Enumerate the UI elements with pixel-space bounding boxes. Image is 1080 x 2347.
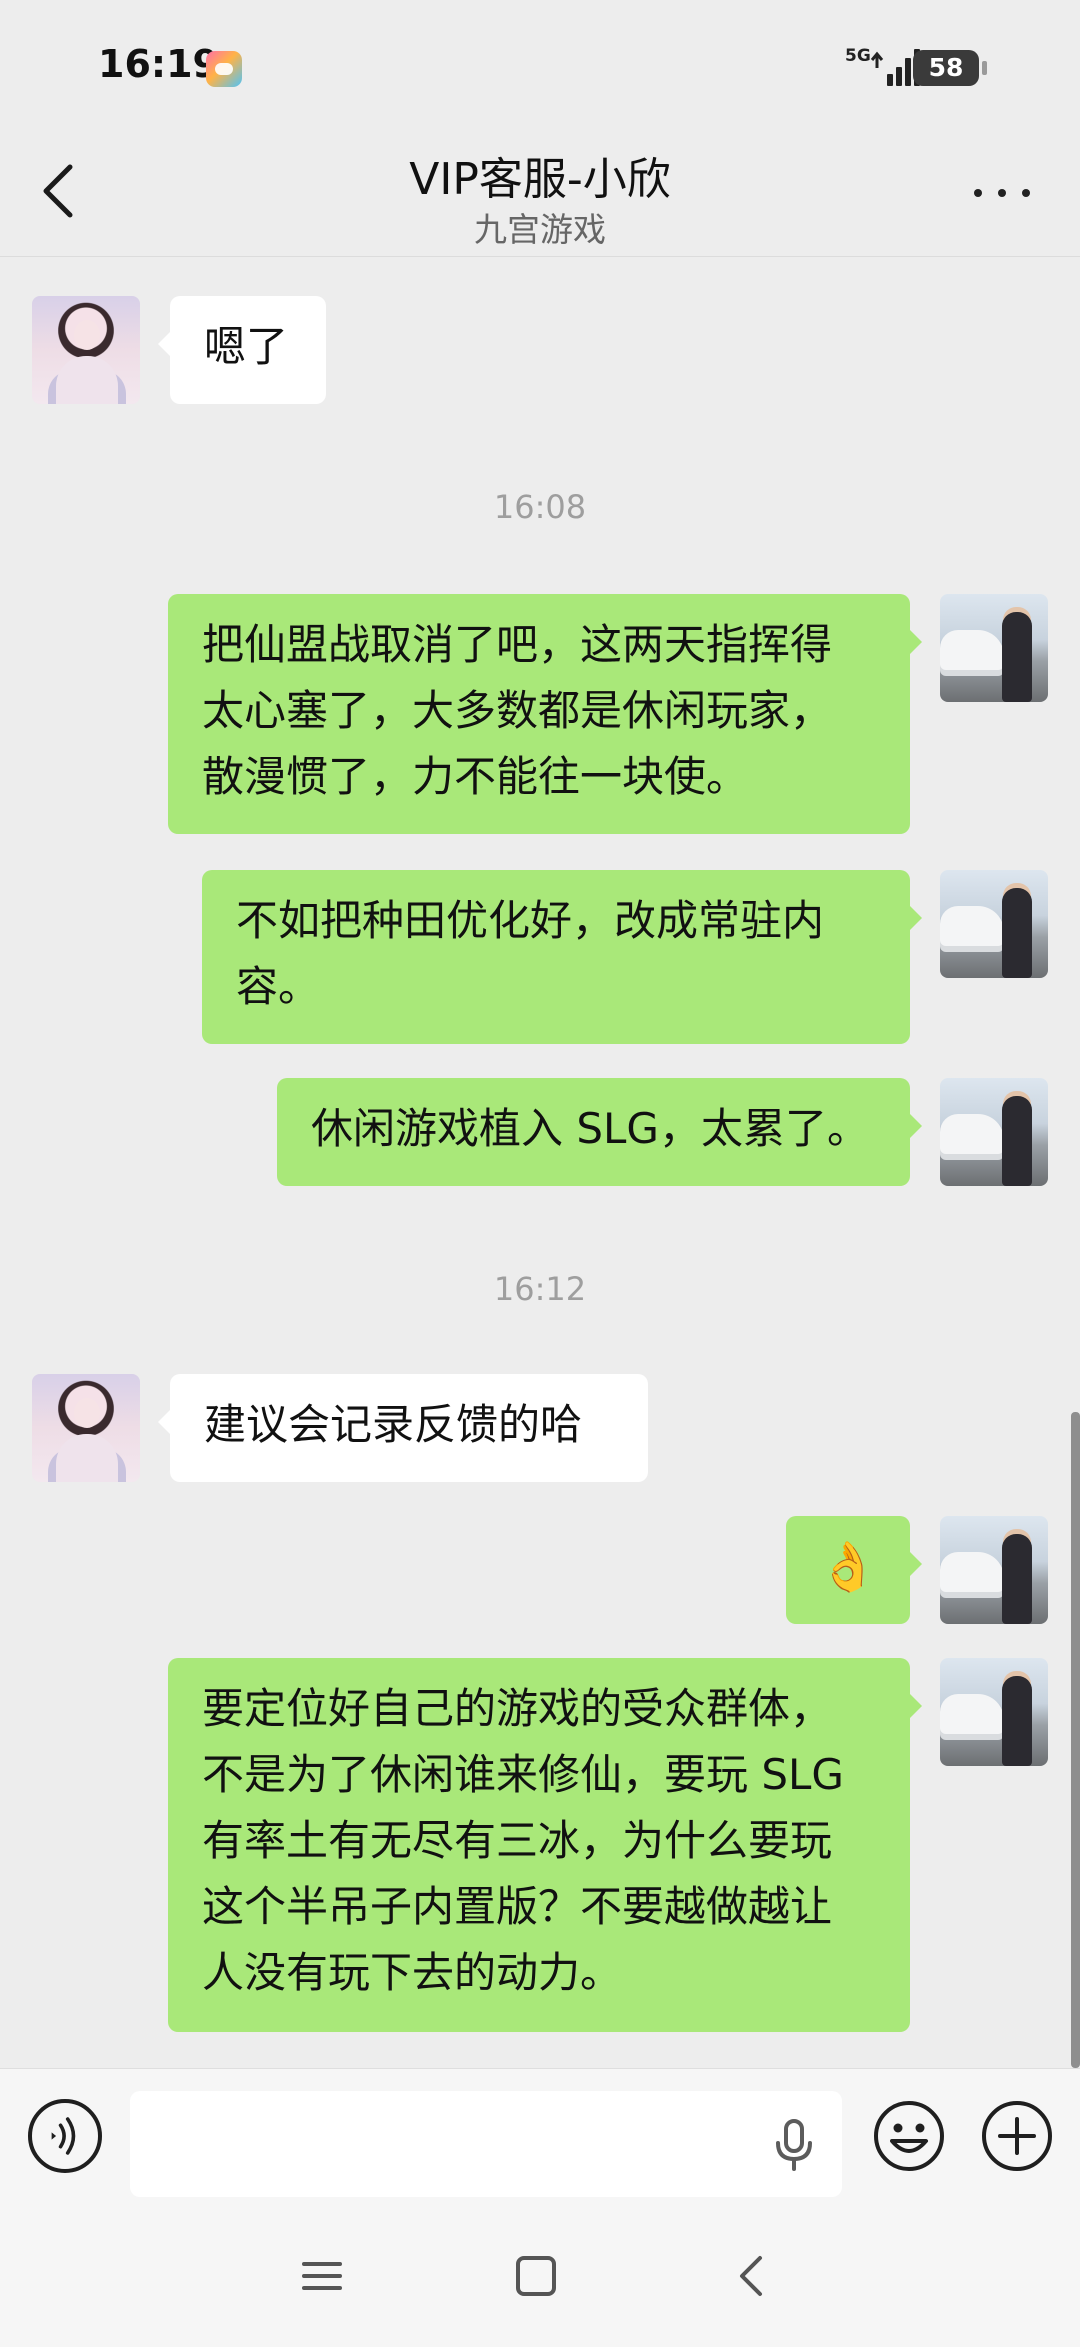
message-line: 散漫惯了，力不能往一块使。 — [202, 752, 749, 801]
outgoing-message-bubble[interactable]: 不如把种田优化好，改成常驻内 容。 — [202, 870, 922, 1044]
menu-icon[interactable] — [294, 2248, 350, 2304]
user-avatar[interactable] — [940, 1658, 1048, 1766]
user-avatar[interactable] — [940, 1078, 1048, 1186]
message-line: 容。 — [236, 962, 321, 1011]
agent-avatar[interactable] — [32, 296, 140, 404]
outgoing-message-bubble[interactable]: 把仙盟战取消了吧，这两天指挥得 太心塞了，大多数都是休闲玩家， 散漫惯了，力不能… — [168, 594, 922, 834]
scrollbar-thumb[interactable] — [1071, 1412, 1080, 2068]
chat-subtitle: 九宫游戏 — [474, 210, 606, 249]
system-nav-bar — [0, 2198, 1080, 2347]
plus-icon[interactable] — [980, 2099, 1054, 2173]
home-icon[interactable] — [508, 2248, 564, 2304]
network-type-label: 5G — [845, 46, 871, 66]
message-list[interactable]: 嗯了 16:08 把仙盟战取消了吧，这两天指挥得 太心塞了，大多数都是休闲玩家，… — [0, 258, 1080, 2068]
message-line: 这个半吊子内置版？不要越做越让 — [202, 1882, 833, 1931]
message-line: 不如把种田优化好，改成常驻内 — [236, 896, 825, 945]
outgoing-message-bubble[interactable]: 要定位好自己的游戏的受众群体， 不是为了休闲谁来修仙，要玩 SLG 有率土有无尽… — [168, 1658, 922, 2032]
message-text: 嗯了 — [204, 322, 289, 371]
voice-icon[interactable] — [28, 2099, 102, 2173]
user-avatar[interactable] — [940, 1516, 1048, 1624]
message-line: 不是为了休闲谁来修仙，要玩 SLG — [202, 1750, 844, 1799]
message-line: 要定位好自己的游戏的受众群体， — [202, 1684, 833, 1733]
back-nav-icon[interactable] — [724, 2248, 780, 2304]
message-input[interactable] — [130, 2091, 842, 2197]
message-line: 有率土有无尽有三冰，为什么要玩 — [202, 1816, 833, 1865]
incoming-message-bubble[interactable]: 建议会记录反馈的哈 — [158, 1374, 648, 1482]
outgoing-emoji-bubble[interactable]: 👌 — [786, 1516, 922, 1624]
incoming-message-bubble[interactable]: 嗯了 — [158, 296, 326, 404]
message-line: 把仙盟战取消了吧，这两天指挥得 — [202, 620, 833, 669]
message-text: 建议会记录反馈的哈 — [204, 1400, 583, 1449]
message-text: 休闲游戏植入 SLG，太累了。 — [311, 1104, 869, 1153]
message-line: 太心塞了，大多数都是休闲玩家， — [202, 686, 833, 735]
user-avatar[interactable] — [940, 594, 1048, 702]
microphone-icon[interactable] — [772, 2119, 816, 2171]
more-dots-icon[interactable] — [974, 183, 1030, 203]
game-app-icon — [206, 51, 242, 87]
battery-indicator: 58 — [913, 50, 987, 86]
chat-header: VIP客服-小欣 九宫游戏 — [0, 135, 1080, 257]
status-bar: 16:19 5G 58 — [0, 0, 1080, 135]
chat-title: VIP客服-小欣 — [409, 154, 671, 205]
agent-avatar[interactable] — [32, 1374, 140, 1482]
message-line: 人没有玩下去的动力。 — [202, 1948, 623, 1997]
status-time: 16:19 — [98, 42, 219, 86]
ok-hand-emoji: 👌 — [818, 1539, 878, 1595]
message-timestamp: 16:08 — [493, 488, 587, 526]
message-timestamp: 16:12 — [493, 1270, 587, 1308]
input-bar — [0, 2068, 1080, 2198]
user-avatar[interactable] — [940, 870, 1048, 978]
emoji-icon[interactable] — [872, 2099, 946, 2173]
outgoing-message-bubble[interactable]: 休闲游戏植入 SLG，太累了。 — [277, 1078, 922, 1186]
